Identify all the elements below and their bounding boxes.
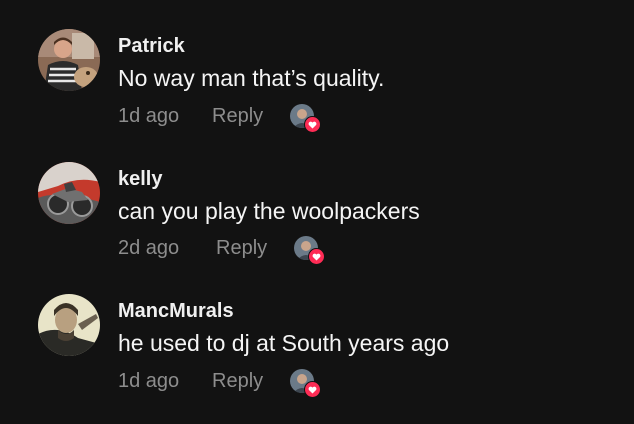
comment-text: he used to dj at South years ago: [118, 330, 450, 356]
avatar-photo: [38, 294, 100, 356]
comment-username[interactable]: Patrick: [118, 35, 185, 58]
creator-liked-badge: [290, 369, 321, 399]
avatar[interactable]: [38, 294, 100, 356]
reply-button[interactable]: Reply: [216, 237, 267, 260]
avatar-photo: [38, 162, 100, 224]
comment-timestamp: 1d ago: [118, 370, 180, 392]
comment-item: Patrick No way man that’s quality. 1d ag…: [0, 0, 634, 133]
comment-username[interactable]: MancMurals: [118, 300, 234, 323]
comment-text: No way man that’s quality.: [118, 65, 385, 91]
comment-timestamp: 2d ago: [118, 237, 180, 259]
creator-liked-badge: [290, 104, 321, 134]
comment-timestamp: 1d ago: [118, 105, 180, 127]
comment-item: MancMurals he used to dj at South years …: [0, 265, 634, 398]
heart-icon: [304, 381, 321, 398]
comment-item: kelly can you play the woolpackers 2d ag…: [0, 133, 634, 266]
avatar[interactable]: [38, 162, 100, 224]
avatar-photo: [38, 29, 100, 91]
reply-button[interactable]: Reply: [212, 105, 263, 128]
heart-icon: [304, 116, 321, 133]
avatar[interactable]: [38, 29, 100, 91]
comment-username[interactable]: kelly: [118, 168, 162, 191]
heart-icon: [308, 248, 325, 265]
comment-text: can you play the woolpackers: [118, 198, 420, 224]
creator-liked-badge: [294, 236, 325, 266]
reply-button[interactable]: Reply: [212, 370, 263, 393]
